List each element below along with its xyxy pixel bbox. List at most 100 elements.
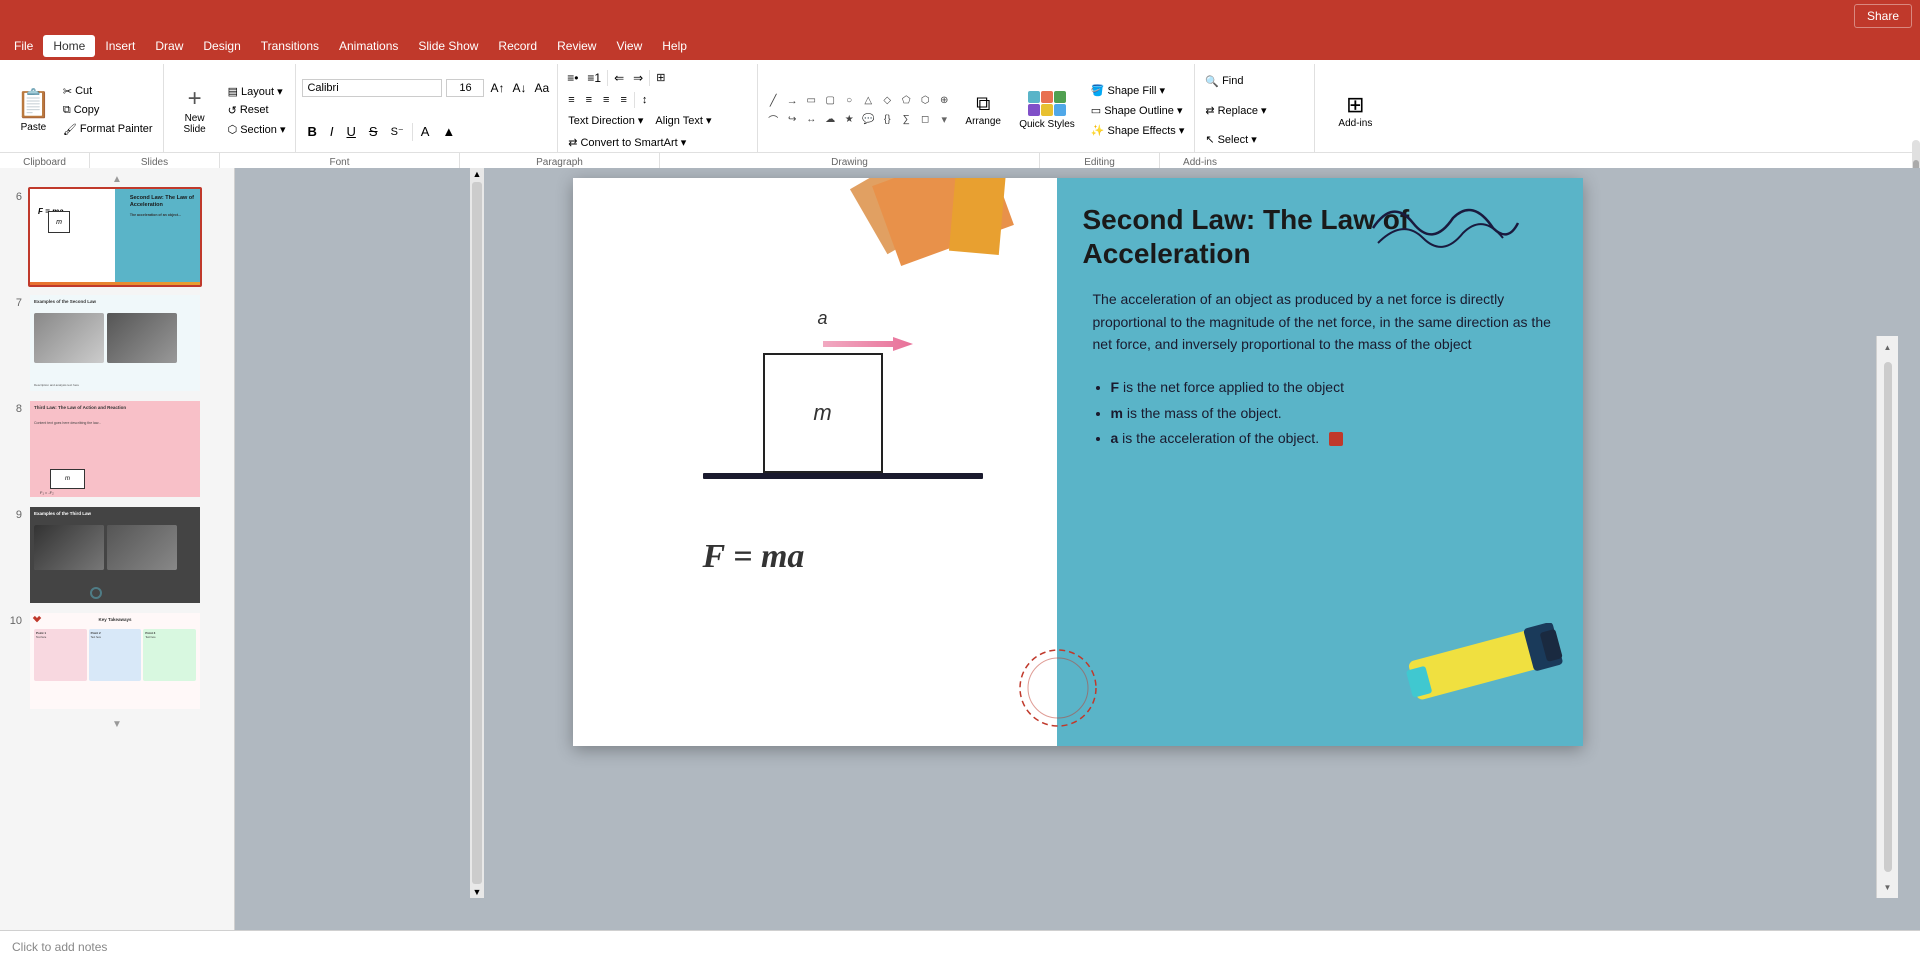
find-icon: 🔍 — [1205, 75, 1219, 88]
shape-star[interactable]: ★ — [840, 111, 858, 129]
shape-flowchart[interactable]: ◻ — [916, 111, 934, 129]
shape-more[interactable]: ⊕ — [935, 92, 953, 110]
slide-item-10[interactable]: 10 Key Takeaways Point 1 Text here Point… — [4, 611, 230, 711]
shape-double-arrow[interactable]: ↔ — [802, 111, 820, 129]
right-scroll-down[interactable]: ▼ — [1881, 880, 1895, 894]
shape-effects-button[interactable]: ✨ Shape Effects ▾ — [1087, 122, 1189, 139]
menu-slideshow[interactable]: Slide Show — [408, 35, 488, 57]
menu-design[interactable]: Design — [193, 35, 250, 57]
slide-item-7[interactable]: 7 Examples of the Second Law Description… — [4, 293, 230, 393]
slide-canvas[interactable]: a m — [573, 178, 1583, 746]
accel-label: a — [818, 308, 828, 329]
slide-item-9[interactable]: 9 Examples of the Third Law — [4, 505, 230, 605]
find-button[interactable]: 🔍 Find — [1201, 73, 1308, 90]
align-left-button[interactable]: ≡ — [564, 92, 578, 108]
copy-icon: ⧉ — [63, 104, 71, 117]
format-painter-button[interactable]: 🖌 Format Painter — [59, 121, 157, 138]
shapes-grid: ╱ → ▭ ▢ ○ △ ◇ ⬠ ⬡ ⊕ ⌒ ↪ ↔ ☁ ★ 💬 {} — [764, 92, 953, 129]
increase-indent-button[interactable]: ⇒ — [630, 69, 646, 87]
add-ins-button[interactable]: ⊞ Add-ins — [1330, 89, 1380, 132]
bullets-button[interactable]: ≡• — [564, 69, 581, 87]
new-slide-button[interactable]: + NewSlide — [170, 81, 220, 139]
font-size-decrease-button[interactable]: A↓ — [511, 79, 529, 97]
italic-button[interactable]: I — [325, 122, 339, 141]
shape-rect-round[interactable]: ▢ — [821, 92, 839, 110]
slide-thumb-6[interactable]: Second Law: The Law of Acceleration The … — [28, 187, 202, 287]
columns-button[interactable]: ⊞ — [653, 69, 668, 86]
layout-button[interactable]: ▤ Layout ▾ — [224, 83, 290, 100]
shape-callout[interactable]: 💬 — [859, 111, 877, 129]
align-center-button[interactable]: ≡ — [582, 92, 596, 108]
section-button[interactable]: ⬡ Section ▾ — [224, 121, 290, 138]
menu-record[interactable]: Record — [488, 35, 547, 57]
shape-fill-button[interactable]: 🪣 Shape Fill ▾ — [1087, 82, 1189, 99]
slide-thumb-7[interactable]: Examples of the Second Law Description a… — [28, 293, 202, 393]
editing-group: 🔍 Find ⇄ Replace ▾ ↖ Select ▾ — [1195, 64, 1315, 152]
cut-button[interactable]: ✂ Cut — [59, 83, 157, 100]
bold-button[interactable]: B — [302, 122, 321, 141]
align-text-button[interactable]: Align Text ▾ — [651, 112, 715, 129]
notes-bar[interactable]: Click to add notes — [0, 930, 1920, 962]
font-size-increase-button[interactable]: A↑ — [488, 79, 506, 97]
select-button[interactable]: ↖ Select ▾ — [1201, 131, 1308, 148]
menu-review[interactable]: Review — [547, 35, 606, 57]
arrange-button[interactable]: ⧉ Arrange — [959, 90, 1007, 130]
slide-thumb-8[interactable]: Third Law: The Law of Action and Reactio… — [28, 399, 202, 499]
right-scroll-up[interactable]: ▲ — [1881, 340, 1895, 354]
scroll-down-arrow[interactable]: ▼ — [471, 886, 483, 898]
vertical-scroll-left[interactable]: ▲ ▼ — [470, 168, 484, 898]
shape-hexagon[interactable]: ⬡ — [916, 92, 934, 110]
strikethrough-button[interactable]: S — [364, 122, 383, 141]
underline-button[interactable]: U — [342, 122, 361, 141]
slide-item-8[interactable]: 8 Third Law: The Law of Action and React… — [4, 399, 230, 499]
shape-bracket[interactable]: {} — [878, 111, 896, 129]
shape-rect[interactable]: ▭ — [802, 92, 820, 110]
highlight-button[interactable]: ▲ — [437, 122, 460, 141]
paste-button[interactable]: 📋 Paste — [10, 83, 57, 137]
share-button[interactable]: Share — [1854, 4, 1912, 28]
shape-equation[interactable]: ∑ — [897, 111, 915, 129]
text-direction-button[interactable]: Text Direction ▾ — [564, 112, 647, 129]
menu-home[interactable]: Home — [43, 35, 95, 57]
slide-item-6[interactable]: 6 Second Law: The Law of Acceleration Th… — [4, 187, 230, 287]
menu-draw[interactable]: Draw — [145, 35, 193, 57]
replace-button[interactable]: ⇄ Replace ▾ — [1201, 102, 1308, 119]
shape-outline-button[interactable]: ▭ Shape Outline ▾ — [1087, 102, 1189, 119]
shape-bent-arrow[interactable]: ↪ — [783, 111, 801, 129]
shape-expand[interactable]: ▾ — [935, 111, 953, 129]
justify-button[interactable]: ≡ — [616, 92, 630, 108]
shape-diamond[interactable]: ◇ — [878, 92, 896, 110]
slide-thumb-10[interactable]: Key Takeaways Point 1 Text here Point 2 … — [28, 611, 202, 711]
menu-view[interactable]: View — [606, 35, 652, 57]
shape-arrow[interactable]: → — [783, 92, 801, 110]
font-name-input[interactable] — [302, 79, 442, 97]
shape-pentagon[interactable]: ⬠ — [897, 92, 915, 110]
clear-format-button[interactable]: Aa — [533, 79, 552, 97]
convert-smartart-button[interactable]: ⇄ Convert to SmartArt ▾ — [564, 134, 690, 151]
menu-transitions[interactable]: Transitions — [251, 35, 329, 57]
align-right-button[interactable]: ≡ — [599, 92, 613, 108]
menu-bar: File Home Insert Draw Design Transitions… — [0, 32, 1920, 60]
numbering-button[interactable]: ≡1 — [584, 69, 604, 87]
menu-animations[interactable]: Animations — [329, 35, 408, 57]
scroll-up-arrow[interactable]: ▲ — [471, 168, 483, 180]
section-label: Section ▾ — [240, 123, 285, 136]
right-scrollbar[interactable] — [1884, 362, 1892, 872]
copy-button[interactable]: ⧉ Copy — [59, 102, 157, 119]
shape-triangle[interactable]: △ — [859, 92, 877, 110]
reset-button[interactable]: ↺ Reset — [224, 102, 290, 119]
menu-file[interactable]: File — [4, 35, 43, 57]
shape-line[interactable]: ╱ — [764, 92, 782, 110]
shadow-button[interactable]: S⁻ — [386, 123, 409, 140]
shape-ellipse[interactable]: ○ — [840, 92, 858, 110]
line-spacing-button[interactable]: ↕ — [638, 92, 652, 108]
font-size-input[interactable] — [446, 79, 484, 97]
menu-insert[interactable]: Insert — [95, 35, 145, 57]
quick-styles-button[interactable]: Quick Styles — [1013, 88, 1081, 133]
slide-thumb-9[interactable]: Examples of the Third Law — [28, 505, 202, 605]
shape-cloud[interactable]: ☁ — [821, 111, 839, 129]
decrease-indent-button[interactable]: ⇐ — [611, 69, 627, 87]
shape-curve[interactable]: ⌒ — [764, 111, 782, 129]
menu-help[interactable]: Help — [652, 35, 697, 57]
font-color-button[interactable]: A — [416, 122, 435, 141]
